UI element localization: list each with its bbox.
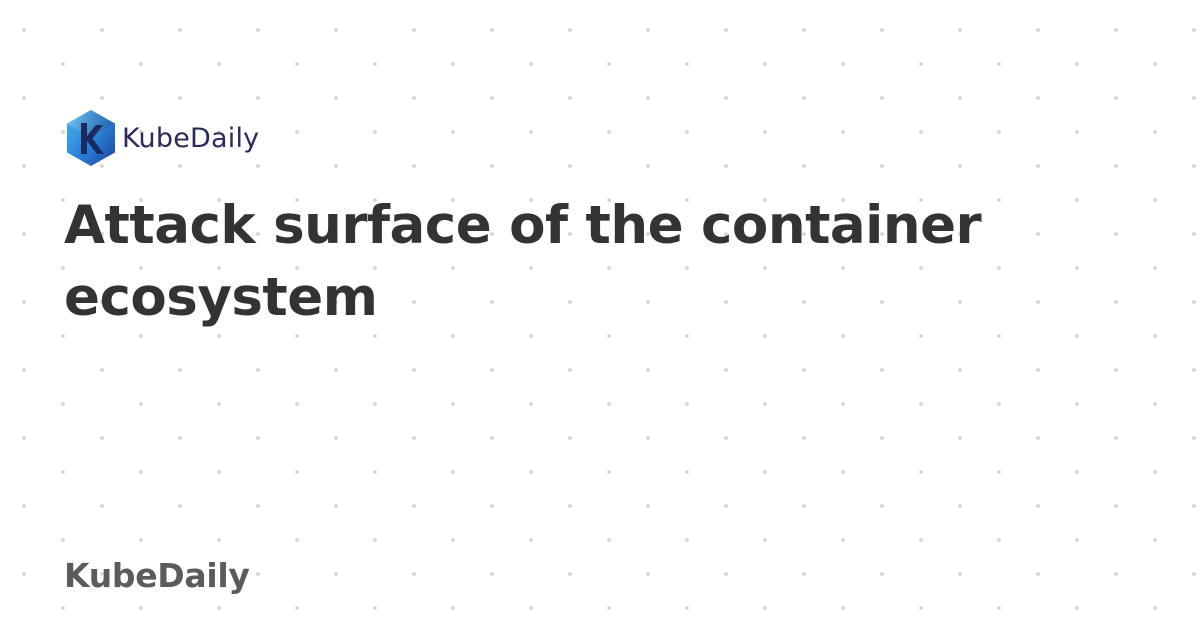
- site-logo[interactable]: KubeDaily: [64, 108, 259, 168]
- article-title: Attack surface of the container ecosyste…: [64, 195, 982, 328]
- footer-site-name: KubeDaily: [64, 556, 250, 595]
- kubedaily-hexagon-logo-icon: [67, 110, 115, 166]
- logo-wordmark: KubeDaily: [122, 122, 260, 154]
